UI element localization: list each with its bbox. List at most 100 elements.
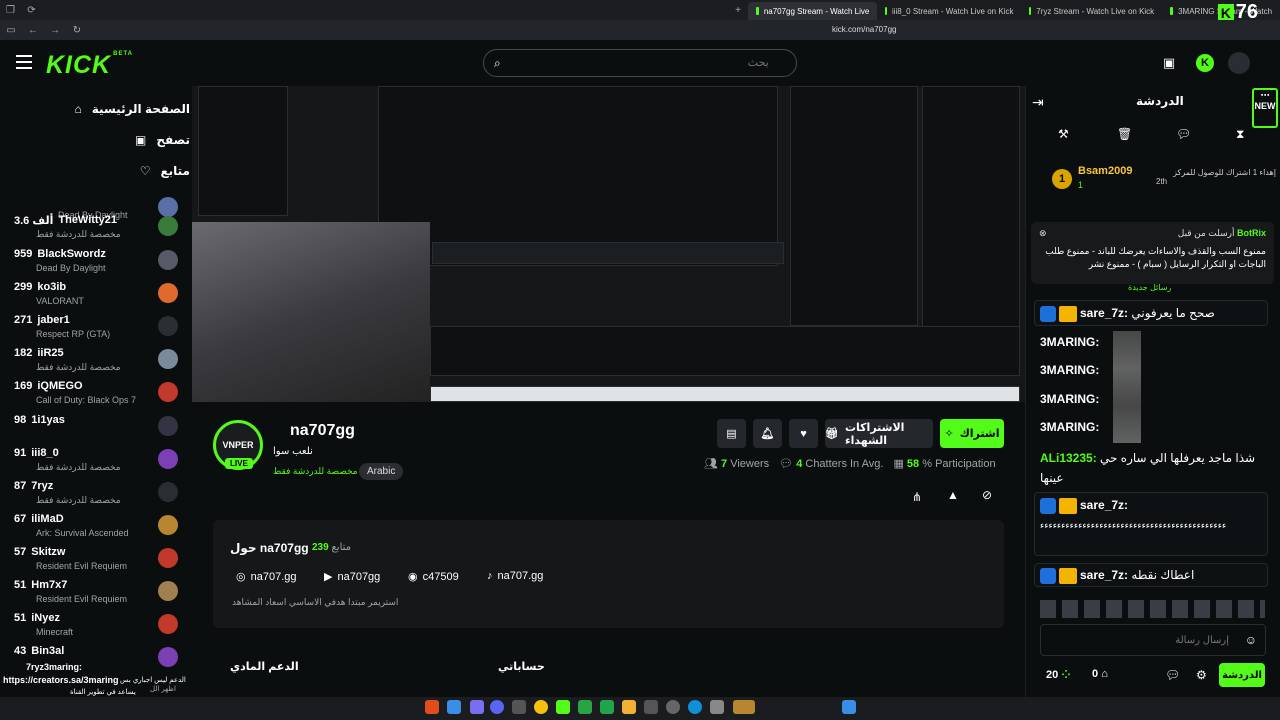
chat-send-button[interactable]: الدردشة xyxy=(1219,663,1265,687)
chat-menu-button[interactable]: ⋯ NEW xyxy=(1252,88,1278,128)
channel-avatar[interactable] xyxy=(158,614,178,634)
gift-icon: ⌂ xyxy=(1101,668,1108,680)
nav-following[interactable]: ♡ متابع xyxy=(0,155,190,186)
channel-avatar[interactable] xyxy=(158,283,178,303)
follow-button[interactable]: ♥ xyxy=(789,419,818,448)
social-instagram[interactable]: ◎ na707.gg xyxy=(236,570,297,584)
play-icon[interactable] xyxy=(600,700,614,714)
chat-input-box[interactable]: ☺ xyxy=(1040,624,1266,656)
back-icon[interactable]: ← xyxy=(22,25,44,36)
mod-hammer-icon[interactable]: ⚒ xyxy=(1058,127,1069,141)
stream-category[interactable]: مخصصة للدردشة فقط xyxy=(273,466,358,477)
share-icon[interactable]: ⋔ xyxy=(912,490,922,504)
nav-home[interactable]: ⌂ الصفحة الرئيسية xyxy=(0,93,190,124)
windows-start-icon[interactable] xyxy=(842,700,856,714)
subscribe-button[interactable]: ✧ اشتراك xyxy=(940,419,1004,448)
forward-icon[interactable]: → xyxy=(44,25,66,36)
sidebar-channel[interactable]: 51 Hm7x7 Resident Evil Requiem xyxy=(0,577,190,610)
social-youtube[interactable]: ▶ na707gg xyxy=(324,570,380,584)
discord-icon: ◉ xyxy=(408,571,418,583)
sidebar-channel[interactable]: 959 BlackSwordz Dead By Daylight xyxy=(0,246,190,279)
collapse-chat-icon[interactable]: ⇥ xyxy=(1032,94,1044,111)
folder-icon[interactable] xyxy=(622,700,636,714)
channel-avatar[interactable] xyxy=(158,581,178,601)
viewer-count: 51 xyxy=(14,612,27,624)
sidebar-channel[interactable]: 91 iii8_0 مخصصة للدردشة فقط xyxy=(0,445,190,478)
social-tiktok[interactable]: ♪ na707.gg xyxy=(487,570,543,582)
sidebar-channel[interactable]: 169 iQMEGO Call of Duty: Black Ops 7 xyxy=(0,378,190,411)
slow-mode-icon[interactable]: ⧗ xyxy=(1236,127,1244,142)
url-field[interactable]: kick.com/na707gg xyxy=(832,25,896,34)
settings-icon[interactable]: ⚙ xyxy=(1196,668,1207,682)
browse-stream-icon[interactable]: ▣ xyxy=(1160,54,1178,72)
app-icon[interactable] xyxy=(666,700,680,714)
sidebar-channel[interactable]: 271 jaber1 Respect RP (GTA) xyxy=(0,312,190,345)
trash-icon[interactable]: 🗑︎ xyxy=(1117,127,1132,141)
emote-row[interactable] xyxy=(1040,600,1265,618)
channel-avatar[interactable] xyxy=(158,316,178,336)
channel-avatar[interactable] xyxy=(158,349,178,369)
channel-row-top: 51 Hm7x7 xyxy=(14,579,67,591)
avatar[interactable] xyxy=(1228,52,1250,74)
sidebar-channel[interactable]: 87 7ryz مخصصة للدردشة فقط xyxy=(0,478,190,511)
reload-icon[interactable]: ↻ xyxy=(66,25,88,36)
chat-mode-icon[interactable]: 💬︎ xyxy=(1176,127,1191,141)
gift-subs-button[interactable]: 🎁︎ الاشتراكات الشهداء xyxy=(825,419,933,448)
app-icon[interactable] xyxy=(710,700,724,714)
browser-tab[interactable]: 7ryz Stream - Watch Live on Kick xyxy=(1021,2,1162,20)
search-icon[interactable]: ⌕ xyxy=(494,56,501,71)
app-icon[interactable] xyxy=(578,700,592,714)
gift-count[interactable]: 0 ⌂ xyxy=(1092,668,1108,680)
sidebar-channel[interactable]: 299 ko3ib VALORANT xyxy=(0,279,190,312)
browser-tab[interactable]: iii8_0 Stream - Watch Live on Kick xyxy=(877,2,1021,20)
channel-avatar[interactable] xyxy=(158,449,178,469)
refresh-icon[interactable]: ⟳ xyxy=(21,5,42,16)
kick-points-icon[interactable]: K xyxy=(1196,54,1214,72)
app-icon[interactable] xyxy=(470,700,484,714)
points-balance[interactable]: 20 ⁘ xyxy=(1046,668,1071,681)
new-tab-button[interactable]: + xyxy=(728,5,749,16)
kick-app-icon[interactable] xyxy=(556,700,570,714)
channel-avatar[interactable] xyxy=(158,416,178,436)
chrome-icon[interactable] xyxy=(534,700,548,714)
search-input[interactable] xyxy=(508,57,769,69)
unpin-icon[interactable]: ⊗ xyxy=(1039,228,1047,239)
hide-icon[interactable]: ⊘ xyxy=(982,488,992,502)
channel-avatar[interactable] xyxy=(158,250,178,270)
window-icon[interactable]: ❐ xyxy=(0,5,21,16)
notify-button[interactable]: 🔔︎ xyxy=(753,419,782,448)
discord-icon[interactable] xyxy=(490,700,504,714)
channel-avatar[interactable] xyxy=(158,482,178,502)
channel-row-top: 182 iiR25 xyxy=(14,347,64,359)
channel-avatar[interactable] xyxy=(158,548,178,568)
social-discord[interactable]: ◉ c47509 xyxy=(408,570,459,584)
app-icon[interactable] xyxy=(512,700,526,714)
clip-button[interactable]: ▤ xyxy=(717,419,746,448)
emoji-icon[interactable]: ☺ xyxy=(1245,633,1257,647)
edge-icon[interactable] xyxy=(688,700,702,714)
app-icon[interactable] xyxy=(733,700,755,714)
menu-icon[interactable] xyxy=(16,55,32,69)
brave-icon[interactable] xyxy=(425,700,439,714)
nav-browse[interactable]: ▣ تصفح xyxy=(0,124,190,155)
report-icon[interactable]: ▲ xyxy=(947,488,959,502)
sidebar-toggle-icon[interactable]: ▭ xyxy=(0,25,22,36)
channel-avatar[interactable] xyxy=(158,382,178,402)
sidebar-channel[interactable]: 98 1i1yas xyxy=(0,412,190,445)
chat-users-icon[interactable]: 💬︎ xyxy=(1165,668,1180,682)
sidebar-channel[interactable]: 57 Skitzw Resident Evil Requiem xyxy=(0,544,190,577)
channel-avatar[interactable] xyxy=(158,515,178,535)
kick-logo[interactable]: KICK BETA xyxy=(46,51,133,80)
app-icon[interactable] xyxy=(447,700,461,714)
chat-input[interactable] xyxy=(1049,634,1229,646)
sidebar-channel[interactable]: 182 iiR25 مخصصة للدردشة فقط xyxy=(0,345,190,378)
sidebar-channel[interactable]: 51 iNyez Minecraft xyxy=(0,610,190,643)
sidebar-channel[interactable]: 3.6 ألف TheWitty21 مخصصة للدردشة فقط xyxy=(0,212,190,245)
search-bar[interactable]: ⌕ xyxy=(483,49,797,77)
language-tag[interactable]: Arabic xyxy=(359,463,404,480)
browser-tab-active[interactable]: na707gg Stream - Watch Live xyxy=(748,2,878,20)
app-icon[interactable] xyxy=(644,700,658,714)
sidebar-channel[interactable]: 67 iliMaD Ark: Survival Ascended xyxy=(0,511,190,544)
channel-name[interactable]: na707gg xyxy=(290,422,355,440)
channel-avatar[interactable] xyxy=(158,216,178,236)
